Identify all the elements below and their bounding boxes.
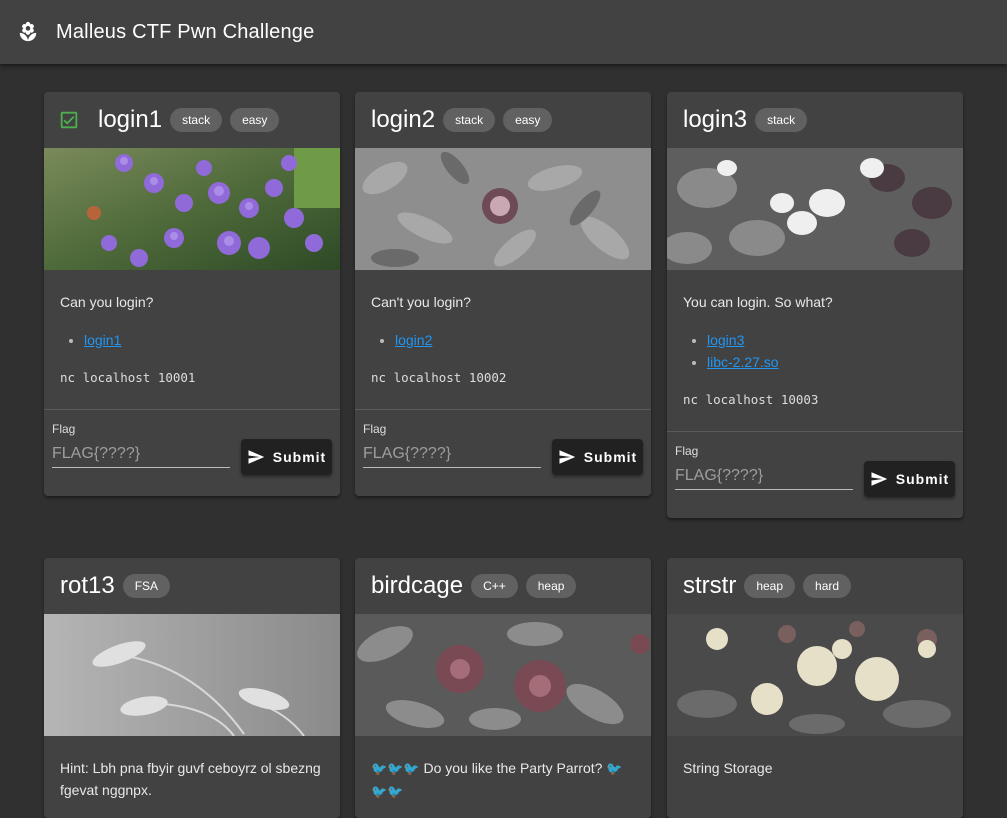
flag-form: Flag Submit (667, 432, 963, 518)
submit-button[interactable]: Submit (864, 461, 955, 497)
tag-chip: heap (744, 574, 796, 598)
flag-label: Flag (52, 422, 76, 436)
challenge-card-birdcage: birdcage C++ heap 🐦🐦🐦 Do you like the Pa… (355, 558, 651, 818)
list-item: login2 (395, 329, 635, 351)
nc-command: nc localhost 10003 (683, 392, 819, 407)
card-description: Can you login? (60, 294, 154, 310)
nc-command: nc localhost 10002 (371, 370, 507, 385)
card-description: You can login. So what? (683, 294, 833, 310)
file-link-login1[interactable]: login1 (84, 332, 121, 348)
list-item: libc-2.27.so (707, 351, 947, 373)
card-image-hibiscus (355, 614, 651, 736)
card-description-wrapper: 🐦🐦🐦 Do you like the Party Parrot? 🐦 🐦🐦 (371, 757, 635, 803)
flag-input[interactable] (675, 462, 853, 490)
challenge-card-rot13: rot13 FSA Hint: Lbh pna fbyir guvf ceboy… (44, 558, 340, 818)
card-header: login3 stack (667, 92, 963, 148)
submit-label: Submit (583, 449, 638, 465)
card-header: strstr heap hard (667, 558, 963, 614)
submit-label: Submit (895, 471, 950, 487)
nc-command: nc localhost 10001 (60, 370, 196, 385)
send-icon (248, 450, 265, 464)
tag-chip: C++ (471, 574, 518, 598)
card-image-marigolds (667, 614, 963, 736)
card-title: rot13 (60, 572, 115, 599)
card-header: login2 stack easy (355, 92, 651, 148)
challenge-card-login1: login1 stack easy Can you login? login1 … (44, 92, 340, 496)
tag-chip: stack (170, 108, 223, 132)
card-header: login1 stack easy (44, 92, 340, 148)
card-body: 🐦🐦🐦 Do you like the Party Parrot? 🐦 🐦🐦 (355, 741, 651, 803)
submit-button[interactable]: Submit (241, 439, 332, 475)
tag-chip: heap (525, 574, 577, 598)
submit-label: Submit (272, 449, 327, 465)
list-item: login1 (84, 329, 324, 351)
file-list: login2 (395, 329, 635, 351)
send-icon (871, 472, 888, 486)
card-title: login3 (683, 106, 748, 133)
tag-chip: FSA (122, 574, 171, 598)
flag-form: Flag Submit (44, 410, 340, 496)
card-title: login1 (98, 106, 163, 133)
file-link-login2[interactable]: login2 (395, 332, 432, 348)
file-link-login3[interactable]: login3 (707, 332, 744, 348)
card-image-purple-flowers (44, 148, 340, 270)
challenge-card-strstr: strstr heap hard String Storage (667, 558, 963, 818)
app-title: Malleus CTF Pwn Challenge (56, 20, 315, 43)
app-bar: Malleus CTF Pwn Challenge (0, 0, 1007, 64)
flower-logo-icon (19, 21, 37, 42)
card-body: Hint: Lbh pna fbyir guvf ceboyrz ol sbez… (44, 741, 340, 801)
tag-chip: stack (755, 108, 808, 132)
tag-chip: easy (230, 108, 280, 132)
flag-input[interactable] (363, 440, 541, 468)
party-parrot-icon: 🐦🐦🐦 (371, 761, 420, 776)
card-title: strstr (683, 572, 737, 599)
card-body: You can login. So what? login3 libc-2.27… (667, 275, 963, 411)
tag-chip: hard (803, 574, 852, 598)
flag-form: Flag Submit (355, 410, 651, 496)
flag-label: Flag (363, 422, 387, 436)
card-title: birdcage (371, 572, 464, 599)
flag-input[interactable] (52, 440, 230, 468)
party-parrot-icon: 🐦🐦 (371, 784, 404, 799)
card-header: birdcage C++ heap (355, 558, 651, 614)
send-icon (559, 450, 576, 464)
card-image-grass (44, 614, 340, 737)
card-image-thistle (355, 148, 651, 270)
card-title: login2 (371, 106, 436, 133)
card-body: String Storage (667, 741, 963, 779)
card-header: rot13 FSA (44, 558, 340, 614)
card-description: Can't you login? (371, 294, 471, 310)
challenge-card-login3: login3 stack You can login. So what? log… (667, 92, 963, 518)
tag-chip: stack (443, 108, 496, 132)
submit-button[interactable]: Submit (552, 439, 643, 475)
party-parrot-icon: 🐦 (606, 761, 623, 776)
card-image-white-flowers (667, 148, 963, 270)
file-list: login1 (84, 329, 324, 351)
card-body: Can you login? login1 nc localhost 10001 (44, 275, 340, 389)
checkbox-checked-icon (60, 111, 78, 129)
file-list: login3 libc-2.27.so (707, 329, 947, 373)
card-body: Can't you login? login2 nc localhost 100… (355, 275, 651, 389)
card-description: Hint: Lbh pna fbyir guvf ceboyrz ol sbez… (60, 760, 321, 798)
flag-label: Flag (675, 444, 699, 458)
card-description: Do you like the Party Parrot? (423, 760, 603, 776)
tag-chip: easy (503, 108, 553, 132)
list-item: login3 (707, 329, 947, 351)
file-link-libc[interactable]: libc-2.27.so (707, 354, 779, 370)
challenge-card-login2: login2 stack easy Can't you login? login… (355, 92, 651, 496)
card-description: String Storage (683, 760, 773, 776)
